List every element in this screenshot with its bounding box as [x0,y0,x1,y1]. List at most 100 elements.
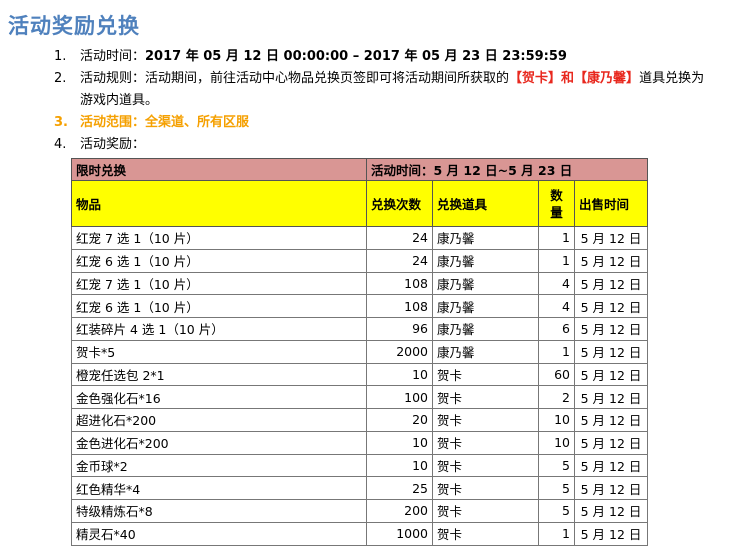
cell-count: 10 [366,453,433,478]
cell-item: 精灵石*40 [71,521,367,546]
cell-sale: 5 月 12 日 [574,453,648,478]
cell-prop: 康乃馨 [432,294,539,318]
cell-count: 108 [366,271,433,296]
col-header-sale: 出售时间 [574,180,648,227]
activity-list: 1. 活动时间：2017 年 05 月 12 日 00:00:00 – 2017… [0,46,731,156]
cell-count: 24 [366,248,433,273]
table-row: 红宠 6 选 1（10 片） 108 康乃馨 4 5 月 12 日 [71,294,648,318]
cell-sale: 5 月 12 日 [574,521,648,546]
cell-count: 10 [366,362,433,387]
cell-item: 红宠 7 选 1（10 片） [71,271,367,296]
rewards-text: 活动奖励： [80,137,146,152]
table-header-row-2: 物品 兑换次数 兑换道具 数量 出售时间 [71,180,648,227]
cell-sale: 5 月 12 日 [574,499,648,523]
list-number: 2. [54,71,67,86]
table-row: 金色强化石*16 100 贺卡 2 5 月 12 日 [71,385,648,409]
table-row: 精灵石*40 1000 贺卡 1 5 月 12 日 [71,521,648,546]
cell-sale: 5 月 12 日 [574,430,648,455]
list-number: 4. [54,137,67,152]
col-header-qty-top: 数 [550,187,563,203]
cell-item: 金色强化石*16 [71,385,367,409]
rules-highlight-card: 【贺卡】 [509,71,562,86]
cell-qty: 1 [538,521,575,546]
reward-table: 限时兑换 活动时间：5 月 12 日~5 月 23 日 物品 兑换次数 兑换道具… [71,158,648,546]
list-item-rewards: 4. 活动奖励： [0,134,731,156]
cell-item: 红宠 6 选 1（10 片） [71,294,367,318]
table-row: 红色精华*4 25 贺卡 5 5 月 12 日 [71,476,648,500]
cell-qty: 6 [538,317,575,341]
page-title: 活动奖励兑换 [8,14,140,38]
list-item-scope: 3. 活动范围：全渠道、所有区服 [0,112,731,134]
list-number: 3. [54,115,68,130]
cell-count: 25 [366,476,433,500]
cell-sale: 5 月 12 日 [574,294,648,318]
col-header-qty-bottom: 量 [550,204,563,220]
cell-prop: 贺卡 [432,521,539,546]
cell-prop: 贺卡 [432,430,539,455]
table-row: 橙宠任选包 2*1 10 贺卡 60 5 月 12 日 [71,362,648,387]
cell-count: 200 [366,499,433,523]
table-header-row-1: 限时兑换 活动时间：5 月 12 日~5 月 23 日 [71,158,648,181]
table-row: 红宠 7 选 1（10 片） 24 康乃馨 1 5 月 12 日 [71,226,648,250]
cell-qty: 10 [538,408,575,432]
cell-prop: 康乃馨 [432,317,539,341]
cell-item: 红色精华*4 [71,476,367,500]
cell-prop: 贺卡 [432,362,539,387]
cell-prop: 康乃馨 [432,339,539,364]
time-label: 活动时间： [80,49,146,64]
cell-qty: 5 [538,476,575,500]
cell-item: 金币球*2 [71,453,367,478]
cell-count: 100 [366,385,433,409]
table-row: 超进化石*200 20 贺卡 10 5 月 12 日 [71,408,648,432]
cell-sale: 5 月 12 日 [574,317,648,341]
cell-item: 红装碎片 4 选 1（10 片） [71,317,367,341]
header-limited-exchange: 限时兑换 [71,158,367,181]
cell-count: 108 [366,294,433,318]
cell-item: 贺卡*5 [71,339,367,364]
cell-item: 特级精炼石*8 [71,499,367,523]
time-value: 2017 年 05 月 12 日 00:00:00 – 2017 年 05 月 … [145,49,567,64]
cell-count: 10 [366,430,433,455]
cell-prop: 贺卡 [432,408,539,432]
cell-sale: 5 月 12 日 [574,476,648,500]
cell-item: 橙宠任选包 2*1 [71,362,367,387]
cell-qty: 4 [538,294,575,318]
cell-item: 红宠 7 选 1（10 片） [71,226,367,250]
cell-qty: 5 [538,499,575,523]
list-number: 1. [54,49,67,64]
list-item-rules: 2. 活动规则：活动期间，前往活动中心物品兑换页签即可将活动期间所获取的【贺卡】… [0,68,731,112]
cell-sale: 5 月 12 日 [574,385,648,409]
cell-qty: 4 [538,271,575,296]
cell-item: 红宠 6 选 1（10 片） [71,248,367,273]
col-header-qty: 数量 [538,180,575,227]
cell-sale: 5 月 12 日 [574,408,648,432]
table-row: 特级精炼石*8 200 贺卡 5 5 月 12 日 [71,499,648,523]
cell-qty: 60 [538,362,575,387]
cell-qty: 5 [538,453,575,478]
scope-text: 活动范围：全渠道、所有区服 [80,115,250,130]
cell-prop: 康乃馨 [432,271,539,296]
table-row: 贺卡*5 2000 康乃馨 1 5 月 12 日 [71,339,648,364]
cell-qty: 2 [538,385,575,409]
table-row: 金色进化石*200 10 贺卡 10 5 月 12 日 [71,430,648,455]
cell-sale: 5 月 12 日 [574,362,648,387]
table-row: 金币球*2 10 贺卡 5 5 月 12 日 [71,453,648,478]
cell-item: 金色进化石*200 [71,430,367,455]
cell-sale: 5 月 12 日 [574,271,648,296]
rules-highlight-carnation: 【康乃馨】 [574,71,640,86]
cell-prop: 康乃馨 [432,248,539,273]
table-row: 红装碎片 4 选 1（10 片） 96 康乃馨 6 5 月 12 日 [71,317,648,341]
cell-qty: 1 [538,339,575,364]
rules-text-and: 和 [561,71,575,86]
col-header-prop: 兑换道具 [432,180,539,227]
col-header-count: 兑换次数 [366,180,433,227]
header-activity-time: 活动时间：5 月 12 日~5 月 23 日 [366,158,648,181]
cell-qty: 1 [538,248,575,273]
cell-prop: 康乃馨 [432,226,539,250]
table-row: 红宠 7 选 1（10 片） 108 康乃馨 4 5 月 12 日 [71,271,648,296]
cell-sale: 5 月 12 日 [574,339,648,364]
cell-prop: 贺卡 [432,385,539,409]
rules-text-a: 活动规则：活动期间，前往活动中心物品兑换页签即可将活动期间所获取的 [80,71,510,86]
cell-count: 20 [366,408,433,432]
cell-prop: 贺卡 [432,453,539,478]
